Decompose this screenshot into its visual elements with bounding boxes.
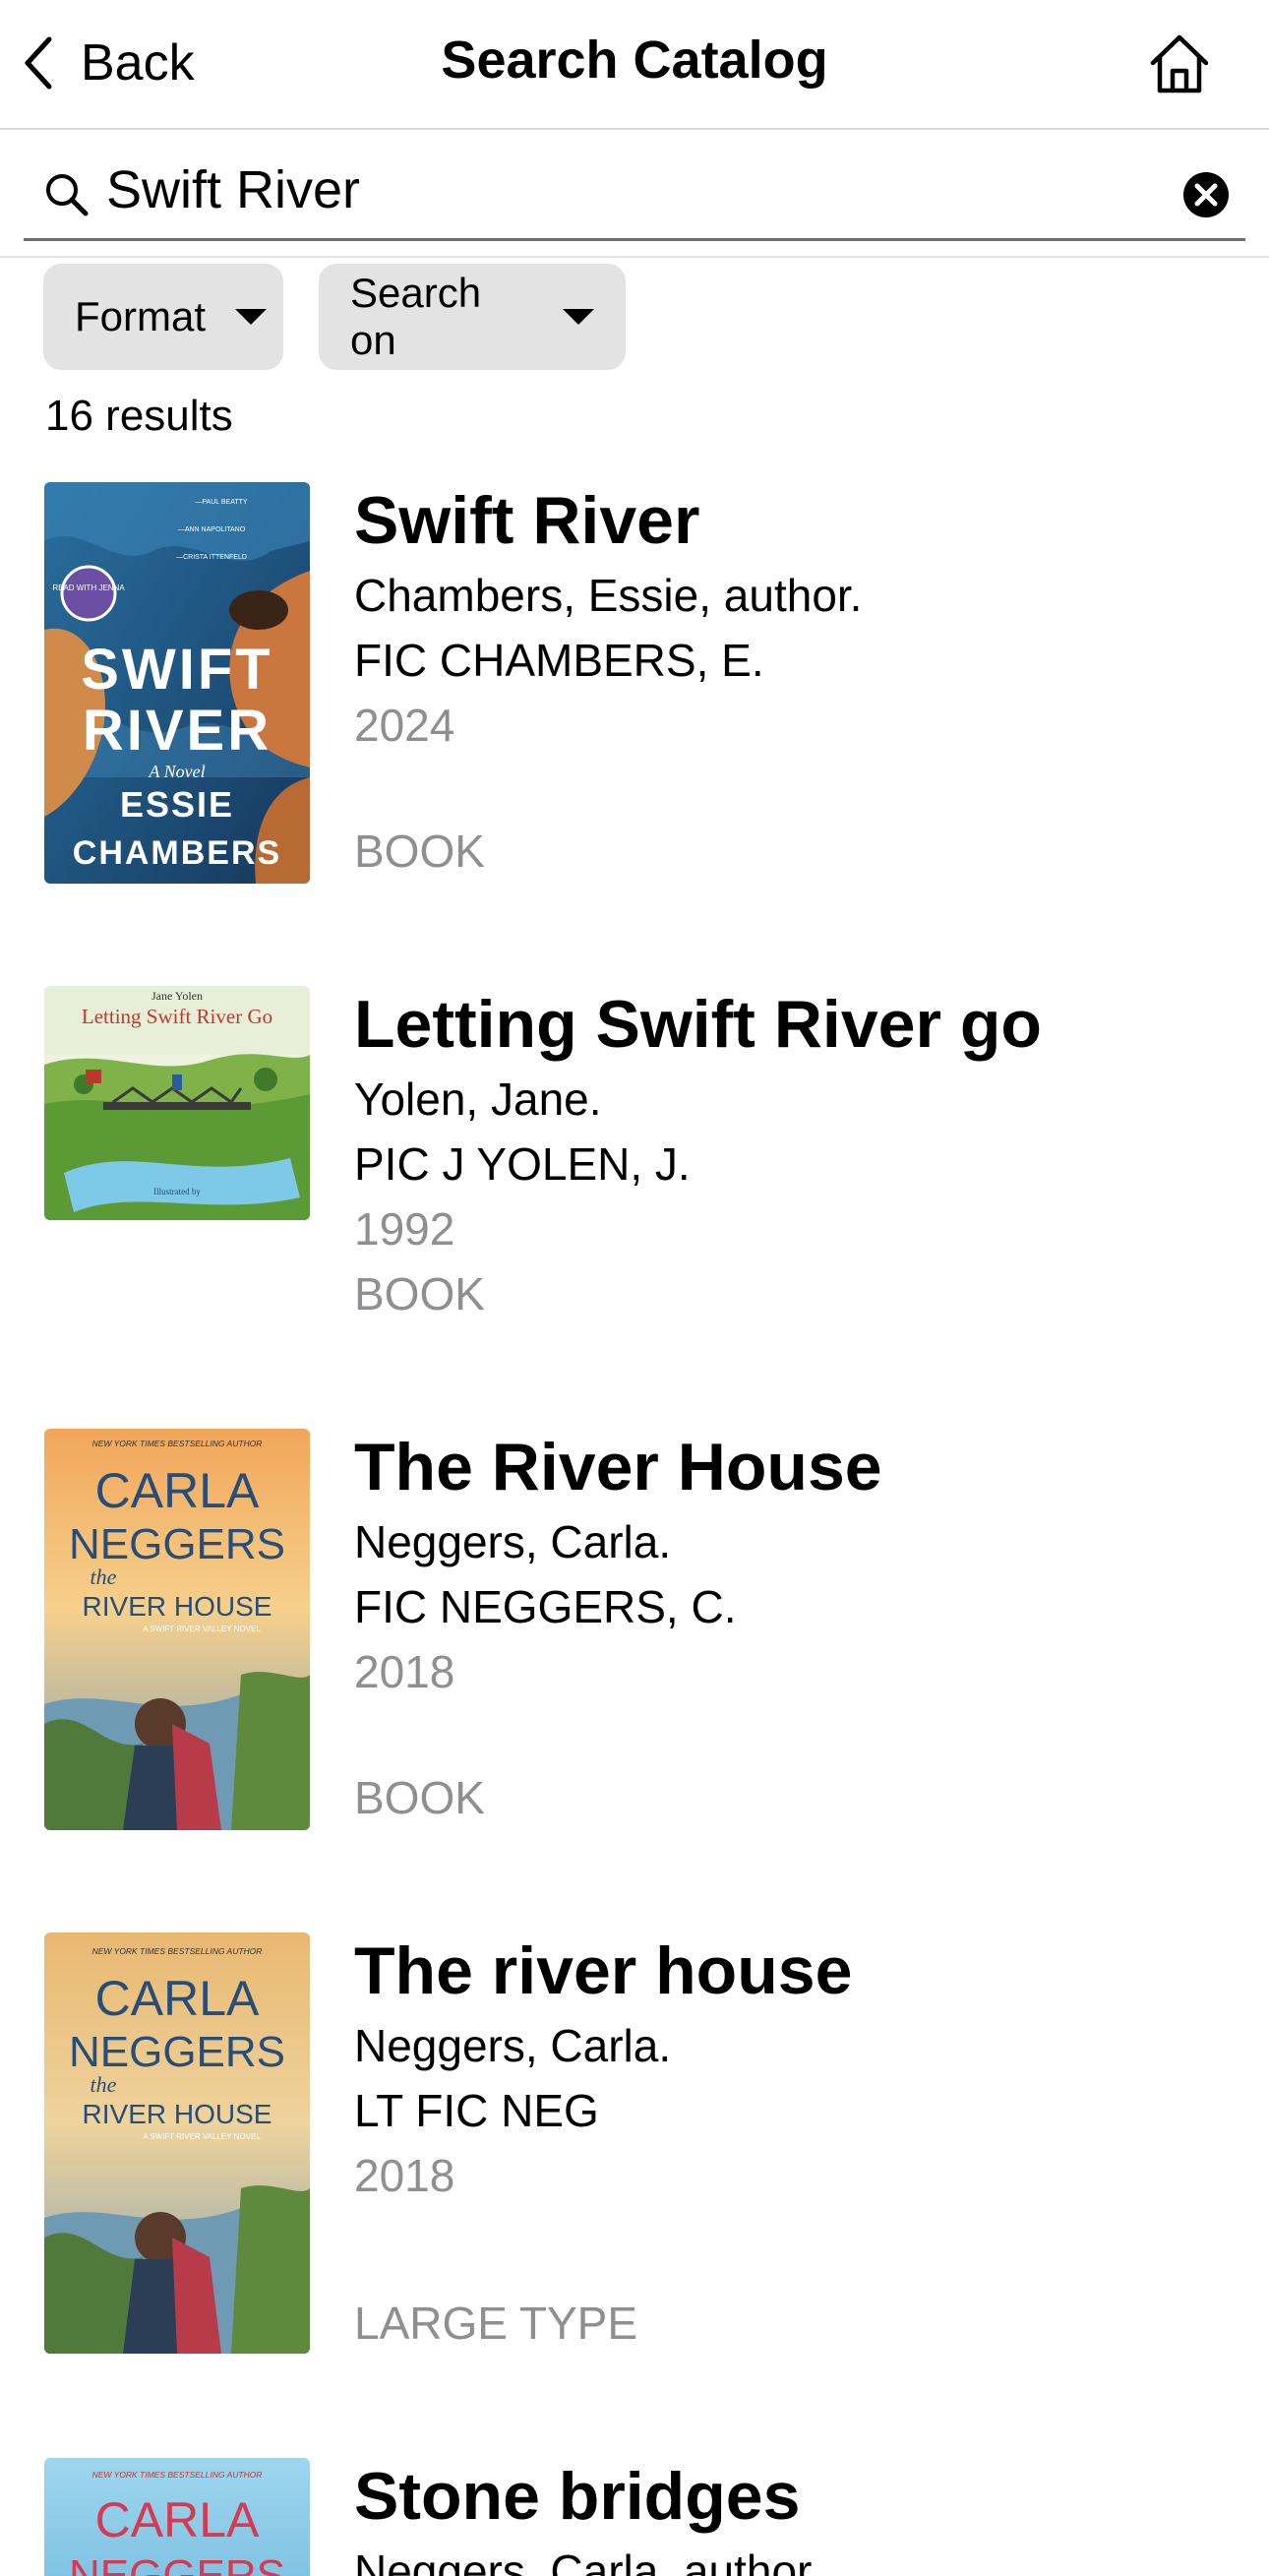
cover-tagline: NEW YORK TIMES BESTSELLING AUTHOR	[92, 1946, 263, 1956]
result-format: BOOK	[354, 1268, 485, 1319]
cover-title-small: the	[91, 1564, 117, 1589]
divider	[0, 256, 1269, 258]
cover-title-small: the	[91, 2072, 117, 2097]
search-on-filter-label: Search on	[350, 270, 482, 363]
book-cover-image: Jane Yolen Letting Swift River Go Illust…	[44, 986, 310, 1220]
cover-title-line: SWIFT	[81, 638, 272, 702]
cover-author-line: ESSIE	[120, 784, 234, 825]
cover-quote-credit: —CRISTA ITTENFELD	[176, 554, 247, 561]
cover-author-line: NEGGERS	[69, 2551, 285, 2576]
cover-author-line: CARLA	[95, 1463, 260, 1518]
result-title: The River House	[354, 1430, 882, 1504]
result-format: LARGE TYPE	[354, 2298, 638, 2349]
cover-tagline: NEW YORK TIMES BESTSELLING AUTHOR	[92, 1439, 263, 1448]
result-format: BOOK	[354, 826, 485, 877]
result-item[interactable]: Jane Yolen Letting Swift River Go Illust…	[0, 986, 1269, 1380]
cover-quote-credit: —ANN NAPOLITANO	[178, 526, 246, 533]
caret-down-icon	[235, 309, 268, 325]
result-format: BOOK	[354, 1772, 485, 1823]
cover-illustrator: Illustrated by	[153, 1187, 201, 1196]
cover-tagline: NEW YORK TIMES BESTSELLING AUTHOR	[92, 2470, 263, 2480]
format-filter-dropdown[interactable]: Format	[43, 264, 283, 370]
result-item[interactable]: NEW YORK TIMES BESTSELLING AUTHOR CARLA …	[0, 1932, 1269, 2365]
cover-author-line: NEGGERS	[69, 2028, 285, 2076]
navigation-bar: Back Search Catalog	[0, 0, 1269, 130]
search-on-filter-dropdown[interactable]: Search on	[319, 264, 626, 370]
result-call-number: LT FIC NEG	[354, 2085, 599, 2136]
result-item[interactable]: NEW YORK TIMES BESTSELLING AUTHOR CARLA …	[0, 1429, 1269, 1862]
result-author: Yolen, Jane.	[354, 1073, 602, 1125]
result-item[interactable]: NEW YORK TIMES BESTSELLING AUTHOR CARLA …	[0, 2458, 1269, 2576]
result-author: Neggers, Carla, author.	[354, 2545, 822, 2576]
result-year: 1992	[354, 1203, 455, 1255]
format-filter-label: Format	[75, 293, 207, 339]
search-input[interactable]	[106, 155, 1149, 224]
cover-title: RIVER HOUSE	[83, 2099, 272, 2129]
result-call-number: FIC NEGGERS, C.	[354, 1581, 737, 1632]
clear-search-icon[interactable]	[1182, 171, 1230, 218]
book-cover-image: READ WITH JENNA —PAUL BEATTY —ANN NAPOLI…	[44, 482, 310, 884]
result-author: Neggers, Carla.	[354, 2020, 672, 2071]
caret-down-icon	[563, 309, 594, 325]
cover-author-line: CARLA	[95, 2492, 260, 2547]
result-title: Swift River	[354, 483, 700, 558]
cover-subtitle: A Novel	[148, 762, 205, 781]
result-year: 2018	[354, 2150, 455, 2201]
results-count: 16 results	[45, 392, 233, 440]
result-title: Stone bridges	[354, 2459, 801, 2534]
result-author: Neggers, Carla.	[354, 1516, 672, 1567]
result-author: Chambers, Essie, author.	[354, 570, 863, 621]
cover-author-line: NEGGERS	[69, 1520, 285, 1568]
cover-quote-credit: —PAUL BEATTY	[195, 499, 247, 506]
cover-badge: READ WITH JENNA	[52, 583, 125, 592]
search-bar	[24, 148, 1245, 241]
book-cover-image: NEW YORK TIMES BESTSELLING AUTHOR CARLA …	[44, 1429, 310, 1830]
result-title: The river house	[354, 1933, 853, 2008]
cover-title-line: RIVER	[83, 699, 272, 763]
result-item[interactable]: READ WITH JENNA —PAUL BEATTY —ANN NAPOLI…	[0, 482, 1269, 915]
result-year: 2024	[354, 700, 455, 751]
cover-series: A SWIFT RIVER VALLEY NOVEL	[143, 2132, 261, 2141]
result-call-number: PIC J YOLEN, J.	[354, 1138, 691, 1190]
cover-author-line: CARLA	[95, 1971, 260, 2026]
home-icon[interactable]	[1145, 30, 1214, 98]
cover-author-line: CHAMBERS	[73, 834, 281, 872]
cover-title: RIVER HOUSE	[83, 1591, 272, 1622]
book-cover-image: NEW YORK TIMES BESTSELLING AUTHOR CARLA …	[44, 2458, 310, 2576]
cover-title: Letting Swift River Go	[82, 1005, 272, 1028]
result-call-number: FIC CHAMBERS, E.	[354, 635, 764, 686]
cover-author: Jane Yolen	[151, 989, 203, 1003]
result-year: 2018	[354, 1646, 455, 1697]
book-cover-image: NEW YORK TIMES BESTSELLING AUTHOR CARLA …	[44, 1932, 310, 2354]
search-icon	[46, 174, 89, 216]
cover-series: A SWIFT RIVER VALLEY NOVEL	[143, 1625, 261, 1633]
result-title: Letting Swift River go	[354, 987, 1042, 1062]
page-title: Search Catalog	[441, 31, 828, 90]
